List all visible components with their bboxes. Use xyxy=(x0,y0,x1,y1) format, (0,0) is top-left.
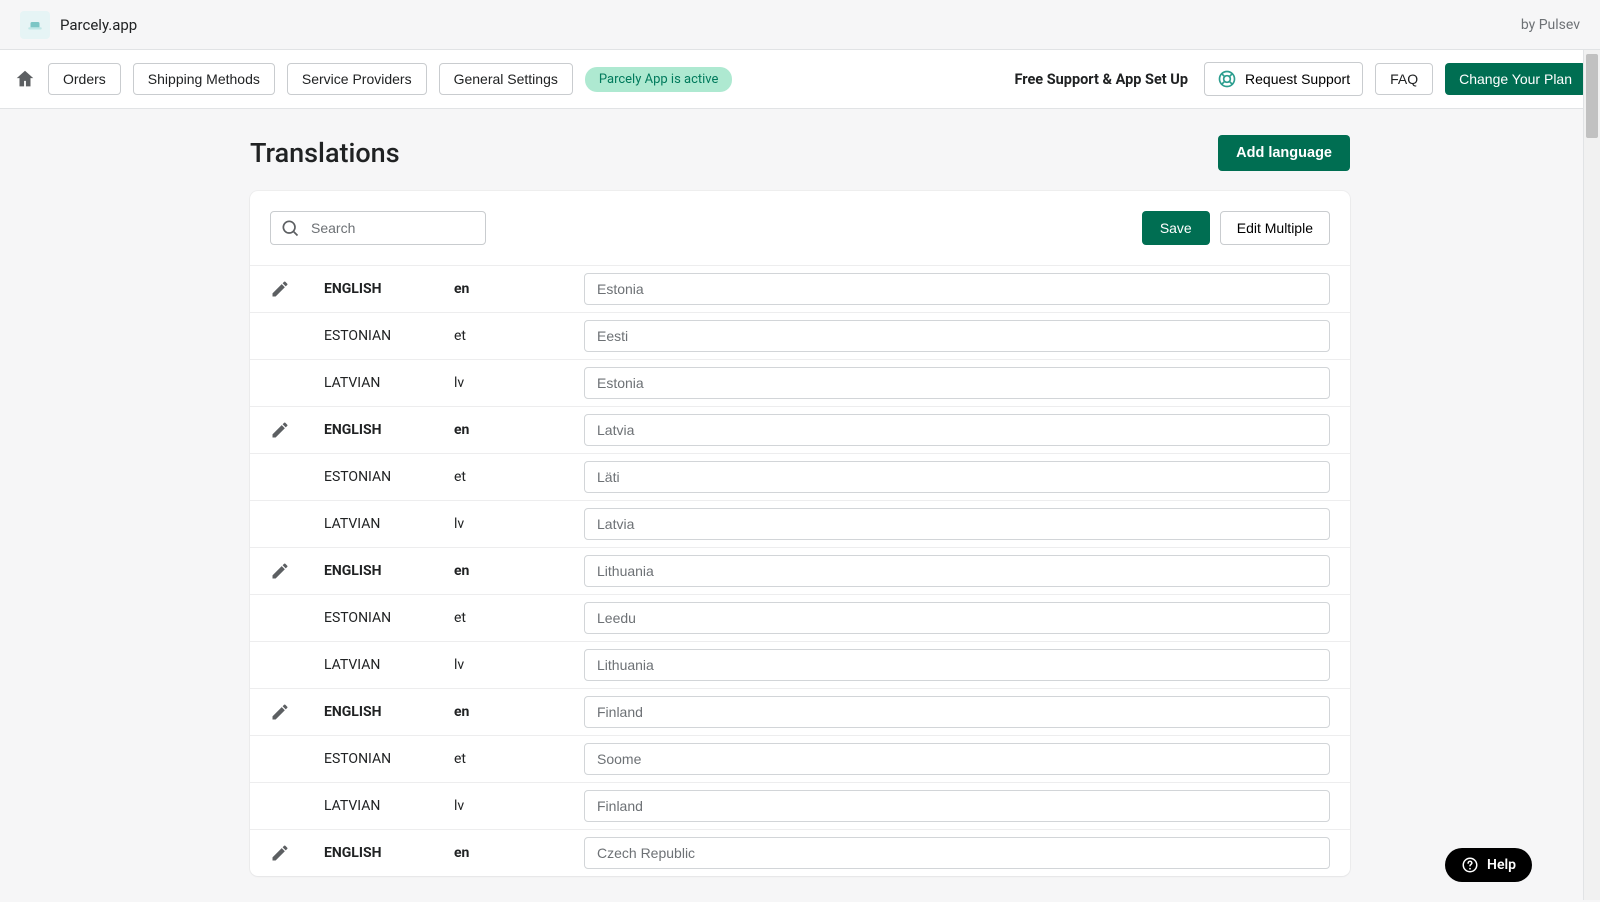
edit-row-button[interactable] xyxy=(270,843,324,863)
edit-row-button[interactable] xyxy=(270,702,324,722)
nav-general[interactable]: General Settings xyxy=(439,63,573,95)
save-button[interactable]: Save xyxy=(1142,211,1210,245)
language-name: ENGLISH xyxy=(324,422,454,438)
translation-row: ENGLISHen xyxy=(250,265,1350,312)
edit-row-button[interactable] xyxy=(270,561,324,581)
language-name: ENGLISH xyxy=(324,281,454,297)
app-logo xyxy=(20,11,50,39)
scrollbar-thumb[interactable] xyxy=(1586,54,1598,138)
help-button[interactable]: Help xyxy=(1445,848,1532,882)
translation-row: ENGLISHen xyxy=(250,547,1350,594)
translation-row: LATVIANlv xyxy=(250,500,1350,547)
translation-row: ESTONIANet xyxy=(250,453,1350,500)
language-name: LATVIAN xyxy=(324,657,454,673)
app-topbar: Parcely.app by Pulsev xyxy=(0,0,1600,50)
language-code: lv xyxy=(454,516,584,532)
change-plan-button[interactable]: Change Your Plan xyxy=(1445,63,1586,95)
request-support-button[interactable]: Request Support xyxy=(1204,62,1363,96)
page-title: Translations xyxy=(250,137,400,169)
translation-input[interactable] xyxy=(584,790,1330,822)
language-code: et xyxy=(454,328,584,344)
nav-orders[interactable]: Orders xyxy=(48,63,121,95)
translation-input[interactable] xyxy=(584,602,1330,634)
translation-input[interactable] xyxy=(584,837,1330,869)
add-language-button[interactable]: Add language xyxy=(1218,135,1350,171)
nav-shipping[interactable]: Shipping Methods xyxy=(133,63,275,95)
navbar: Orders Shipping Methods Service Provider… xyxy=(0,50,1600,109)
home-icon[interactable] xyxy=(14,68,36,90)
language-name: ESTONIAN xyxy=(324,328,454,344)
translation-input[interactable] xyxy=(584,508,1330,540)
translation-input[interactable] xyxy=(584,696,1330,728)
translation-row: LATVIANlv xyxy=(250,641,1350,688)
language-name: LATVIAN xyxy=(324,798,454,814)
language-code: lv xyxy=(454,657,584,673)
pencil-icon xyxy=(270,843,290,863)
lifebuoy-icon xyxy=(1217,69,1237,89)
pencil-icon xyxy=(270,702,290,722)
edit-row-button[interactable] xyxy=(270,279,324,299)
language-code: et xyxy=(454,469,584,485)
translation-row: LATVIANlv xyxy=(250,359,1350,406)
translation-row: ESTONIANet xyxy=(250,594,1350,641)
translation-row: LATVIANlv xyxy=(250,782,1350,829)
search-icon xyxy=(280,218,300,238)
language-name: ESTONIAN xyxy=(324,469,454,485)
app-vendor: by Pulsev xyxy=(1521,17,1580,33)
translation-input[interactable] xyxy=(584,743,1330,775)
status-badge: Parcely App is active xyxy=(585,67,733,92)
faq-button[interactable]: FAQ xyxy=(1375,63,1433,95)
language-code: et xyxy=(454,610,584,626)
pencil-icon xyxy=(270,420,290,440)
language-code: en xyxy=(454,563,584,579)
translation-input[interactable] xyxy=(584,320,1330,352)
edit-row-button[interactable] xyxy=(270,420,324,440)
search-input[interactable] xyxy=(270,211,486,245)
translation-input[interactable] xyxy=(584,461,1330,493)
request-support-label: Request Support xyxy=(1245,71,1350,87)
translation-input[interactable] xyxy=(584,555,1330,587)
language-code: en xyxy=(454,845,584,861)
translation-row: ENGLISHen xyxy=(250,829,1350,876)
translation-row: ESTONIANet xyxy=(250,735,1350,782)
scrollbar[interactable] xyxy=(1583,50,1600,900)
language-name: LATVIAN xyxy=(324,375,454,391)
language-name: ESTONIAN xyxy=(324,610,454,626)
language-name: ENGLISH xyxy=(324,563,454,579)
translation-input[interactable] xyxy=(584,414,1330,446)
support-text: Free Support & App Set Up xyxy=(1015,71,1189,88)
help-icon xyxy=(1461,856,1479,874)
language-code: lv xyxy=(454,798,584,814)
pencil-icon xyxy=(270,279,290,299)
help-label: Help xyxy=(1487,857,1516,873)
translation-row: ESTONIANet xyxy=(250,312,1350,359)
language-name: ENGLISH xyxy=(324,845,454,861)
language-name: LATVIAN xyxy=(324,516,454,532)
pencil-icon xyxy=(270,561,290,581)
language-code: en xyxy=(454,704,584,720)
app-title: Parcely.app xyxy=(60,16,137,34)
translations-card: Save Edit Multiple ENGLISHenESTONIANetLA… xyxy=(250,191,1350,876)
nav-providers[interactable]: Service Providers xyxy=(287,63,427,95)
translation-input[interactable] xyxy=(584,273,1330,305)
language-code: et xyxy=(454,751,584,767)
language-name: ENGLISH xyxy=(324,704,454,720)
translation-input[interactable] xyxy=(584,649,1330,681)
language-code: en xyxy=(454,422,584,438)
language-code: en xyxy=(454,281,584,297)
translation-row: ENGLISHen xyxy=(250,688,1350,735)
language-code: lv xyxy=(454,375,584,391)
translation-input[interactable] xyxy=(584,367,1330,399)
language-name: ESTONIAN xyxy=(324,751,454,767)
edit-multiple-button[interactable]: Edit Multiple xyxy=(1220,211,1330,245)
parcel-logo-icon xyxy=(26,16,44,34)
translation-row: ENGLISHen xyxy=(250,406,1350,453)
